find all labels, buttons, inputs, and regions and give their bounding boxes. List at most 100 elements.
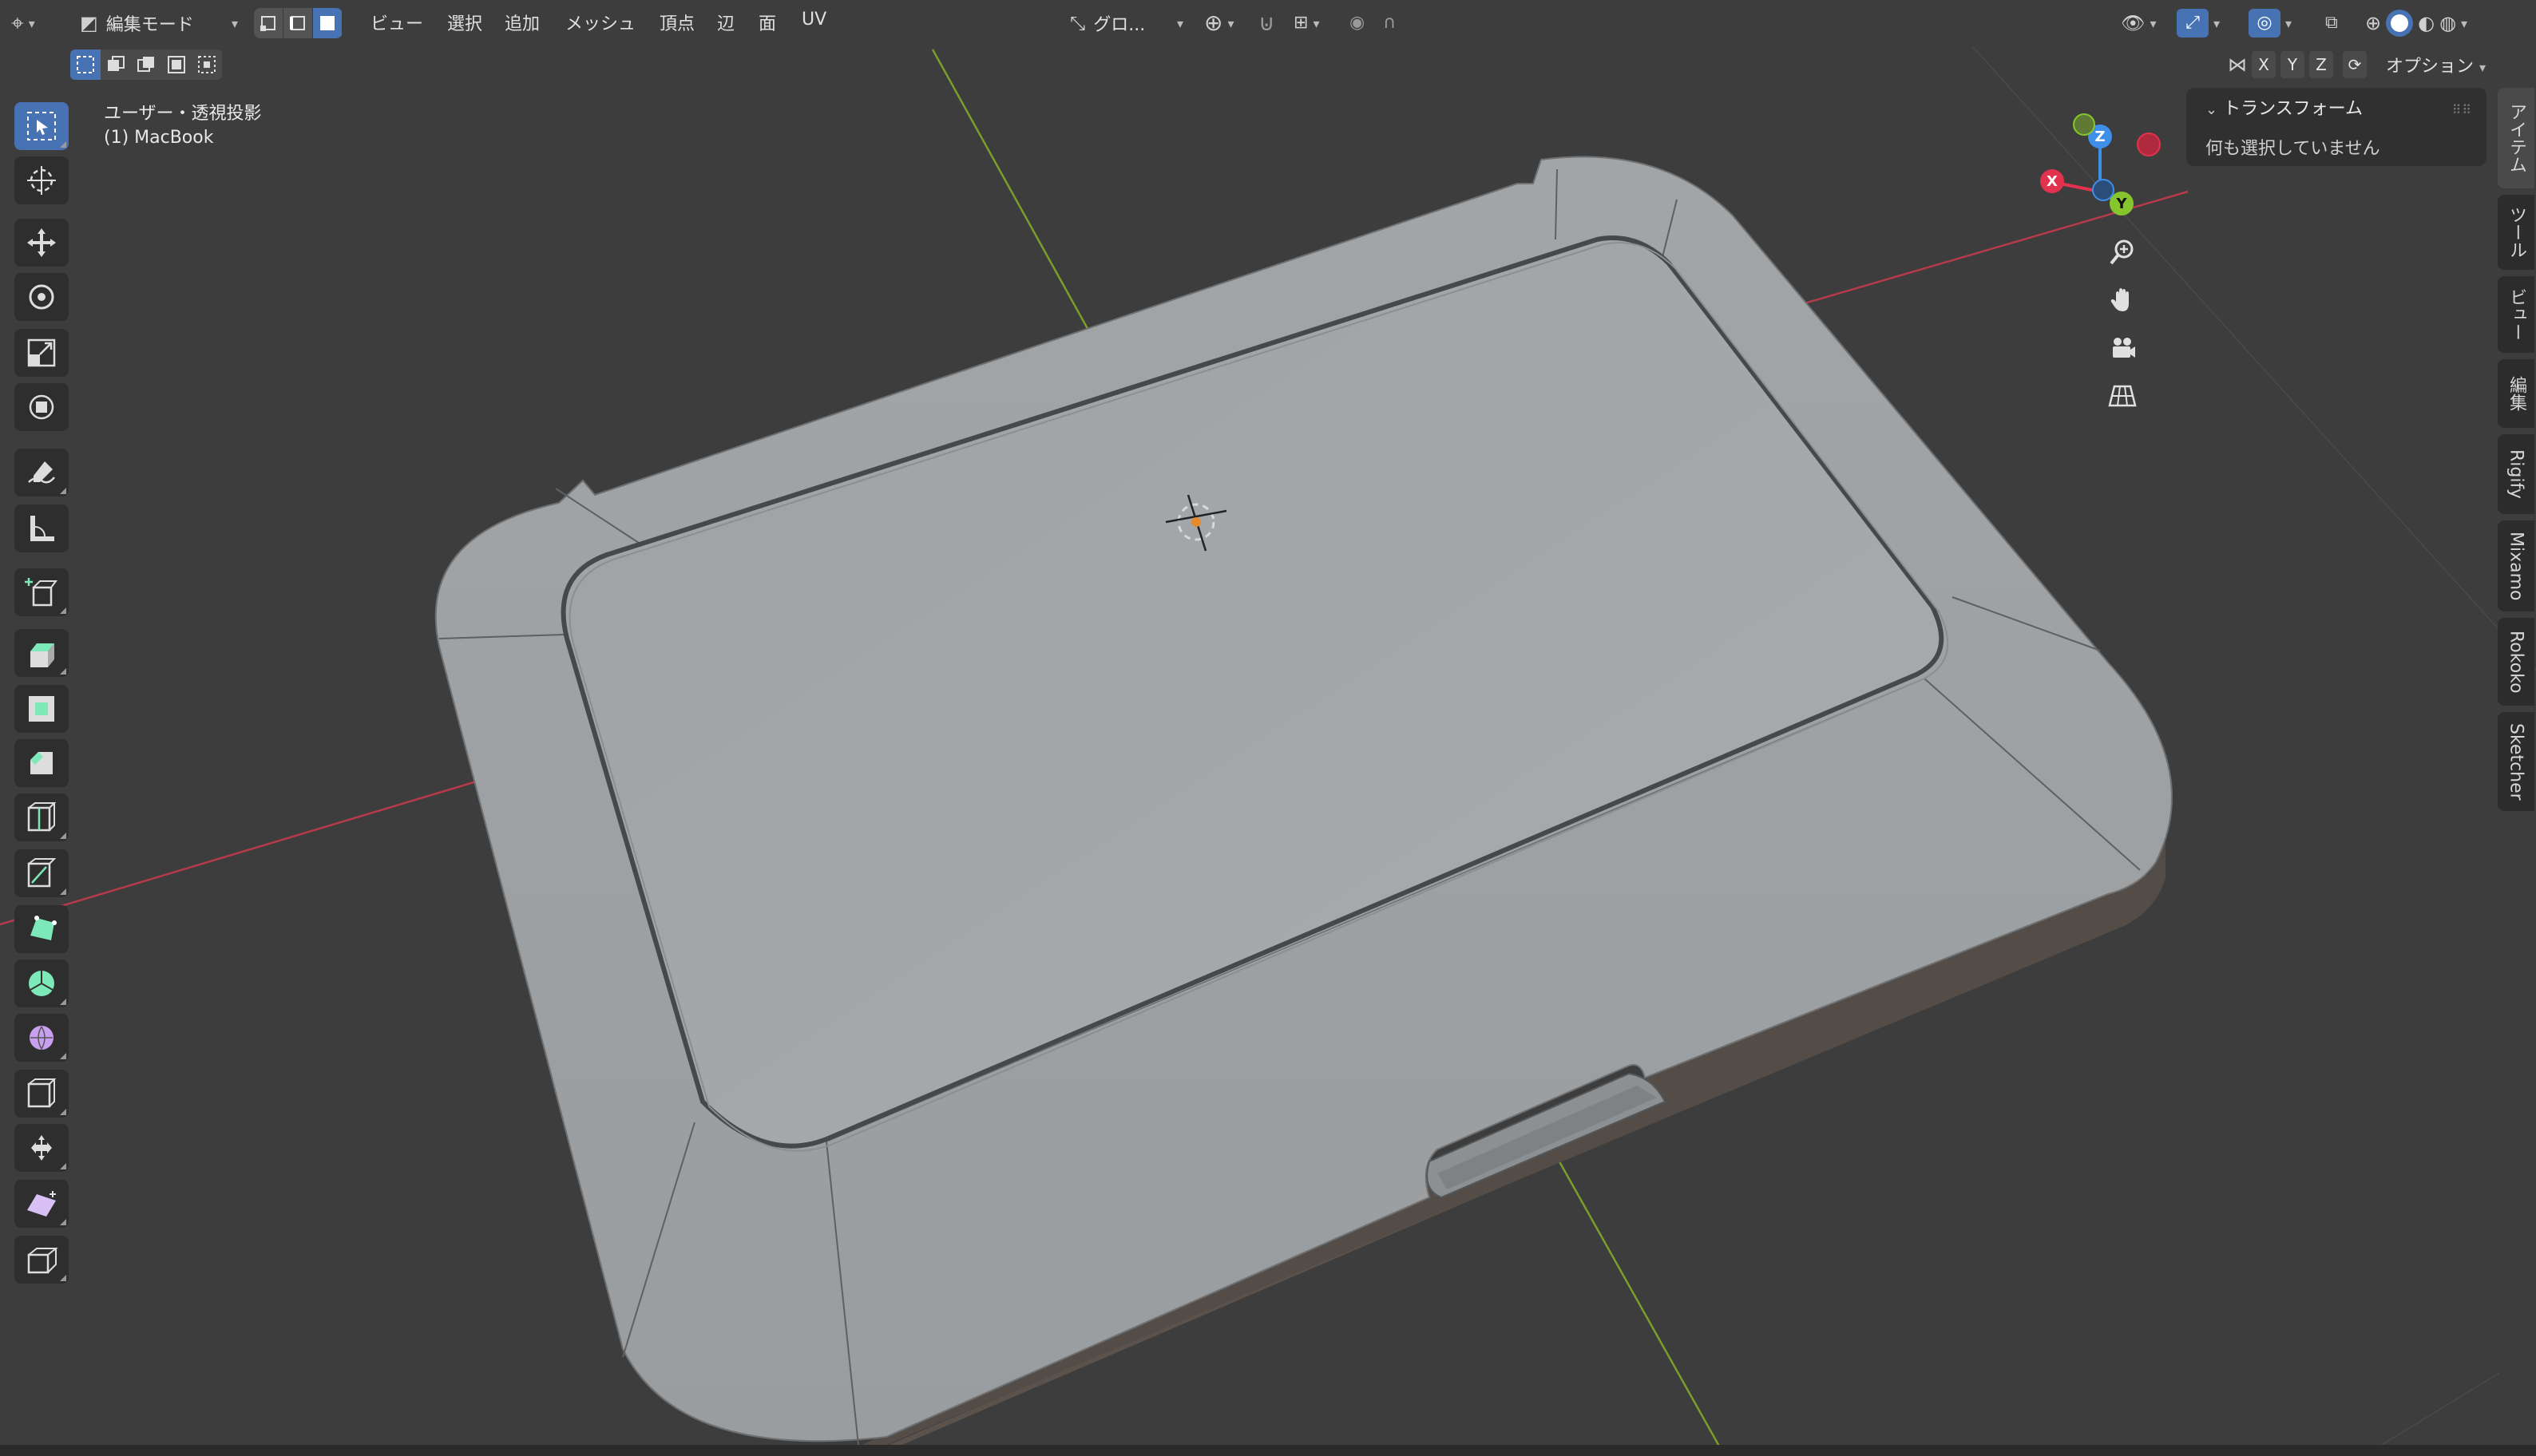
camera-view-button[interactable] (2098, 324, 2146, 372)
select-subtract-button[interactable] (131, 49, 161, 80)
chevron-down-icon: ▾ (2213, 15, 2221, 31)
viewport-header: ⌖ ▾ ◩ 編集モード ▾ ビュー 選択 追加 メッシュ 頂点 辺 面 UV ⤡… (0, 0, 2536, 46)
navigation-gizmo[interactable]: Z X Y (2028, 112, 2172, 224)
menu-face[interactable]: 面 (759, 10, 776, 35)
proportional-edit-toggle[interactable]: ◉ (1349, 6, 1365, 40)
menu-vertex[interactable]: 頂点 (660, 10, 695, 35)
annotate-tool[interactable] (14, 449, 69, 497)
bevel-tool[interactable] (14, 739, 69, 787)
scale-icon (27, 338, 56, 367)
inset-tool[interactable] (14, 685, 69, 733)
gizmo-icon: ⤢ (2185, 13, 2200, 33)
select-intersect-button[interactable] (192, 49, 222, 80)
vertex-select-button[interactable] (254, 8, 283, 38)
selection-mode-row (70, 49, 222, 80)
material-shading-icon[interactable]: ◐ (2418, 14, 2435, 33)
zoom-magnifier-icon (2110, 239, 2134, 265)
rotate-tool[interactable] (14, 273, 69, 321)
select-intersect-icon (198, 56, 216, 73)
transform-tool[interactable] (14, 383, 69, 431)
move-tool[interactable] (14, 219, 69, 267)
transform-section-header[interactable]: ⌄ トランスフォーム (2205, 94, 2363, 120)
options-dropdown[interactable]: オプション ▾ (2386, 52, 2486, 77)
menu-view[interactable]: ビュー (370, 10, 423, 35)
topology-mirror-toggle[interactable]: ⟳ (2343, 51, 2367, 78)
gizmo-negative-x[interactable] (2137, 133, 2161, 156)
pivot-point-button[interactable]: ⊕ ▾ (1204, 6, 1234, 40)
gizmo-toggle[interactable]: ⤢ ▾ (2177, 6, 2220, 40)
sidebar-panel-transform: ⌄ トランスフォーム ⠿⠿ 何も選択していません (2186, 88, 2486, 166)
menu-select[interactable]: 選択 (447, 10, 482, 35)
tab-mixamo[interactable]: Mixamo (2498, 520, 2534, 611)
edge-slide-tool[interactable] (14, 1070, 69, 1118)
proportional-falloff-button[interactable]: ∩ (1383, 6, 1396, 40)
scale-tool[interactable] (14, 329, 69, 377)
tab-rigify[interactable]: Rigify (2498, 434, 2534, 514)
snap-grid-icon: ⊞ (1294, 13, 1309, 33)
transform-section-title: トランスフォーム (2223, 99, 2363, 119)
add-cube-icon (25, 578, 57, 607)
mode-dropdown[interactable]: ◩ 編集モード ▾ (72, 6, 246, 40)
editor-type-button[interactable]: ⌖ ▾ (11, 6, 35, 40)
rotate-icon (29, 284, 54, 310)
mirror-x-toggle[interactable]: X (2252, 51, 2276, 78)
drag-grip-icon[interactable]: ⠿⠿ (2452, 102, 2472, 117)
gizmo-y-axis[interactable]: Y (2110, 192, 2134, 216)
mirror-y-toggle[interactable]: Y (2280, 51, 2304, 78)
add-cube-tool[interactable] (14, 568, 69, 616)
select-subtract-icon (137, 57, 154, 72)
overlays-icon: ◎ (2257, 13, 2272, 33)
menu-mesh[interactable]: メッシュ (565, 10, 636, 35)
rip-region-tool[interactable] (14, 1236, 69, 1284)
spin-tool[interactable] (14, 959, 69, 1007)
gizmo-negative-y[interactable] (2073, 113, 2095, 136)
smooth-tool[interactable] (14, 1014, 69, 1062)
solid-shading-button[interactable] (2386, 10, 2414, 37)
tab-rokoko[interactable]: Rokoko (2498, 618, 2534, 706)
zoom-button[interactable] (2098, 228, 2146, 276)
shrink-fatten-tool[interactable] (14, 1124, 69, 1172)
poly-build-tool[interactable] (14, 905, 69, 953)
tab-item[interactable]: アイテム (2498, 88, 2534, 188)
select-box-tool[interactable] (14, 102, 69, 150)
menu-add[interactable]: 追加 (505, 10, 540, 35)
extrude-tool[interactable] (14, 629, 69, 677)
magnet-icon: ⊍ (1258, 10, 1275, 36)
shear-tool[interactable] (14, 1180, 69, 1228)
tab-tool[interactable]: ツール (2498, 195, 2534, 270)
tab-view[interactable]: ビュー (2498, 276, 2534, 353)
select-new-button[interactable] (70, 49, 101, 80)
menu-edge[interactable]: 辺 (717, 10, 735, 35)
xray-toggle[interactable]: ⧉ (2325, 6, 2338, 40)
gizmo-negative-z[interactable] (2092, 179, 2114, 201)
wireframe-shading-icon[interactable]: ⊕ (2365, 14, 2381, 33)
rendered-shading-icon[interactable]: ◍ (2439, 14, 2456, 33)
overlays-toggle[interactable]: ◎ ▾ (2249, 6, 2292, 40)
select-extend-button[interactable] (101, 49, 131, 80)
menu-uv[interactable]: UV (802, 10, 826, 30)
perspective-toggle-button[interactable] (2098, 372, 2146, 420)
knife-tool[interactable] (14, 849, 69, 897)
orientation-icon: ⤡ (1070, 12, 1086, 34)
mirror-z-toggle[interactable]: Z (2309, 51, 2333, 78)
visibility-button[interactable]: 👁 ▾ (2121, 6, 2157, 40)
select-invert-button[interactable] (161, 49, 192, 80)
select-mode-toggle (254, 8, 343, 38)
snap-toggle[interactable]: ⊍ (1258, 6, 1275, 40)
face-select-button[interactable] (313, 8, 343, 38)
loop-cut-tool[interactable] (14, 793, 69, 841)
hand-icon (2110, 288, 2129, 311)
chevron-down-icon: ▾ (2461, 15, 2468, 31)
tab-edit[interactable]: 編集 (2498, 359, 2534, 428)
pan-button[interactable] (2098, 276, 2146, 324)
transform-orientation-dropdown[interactable]: ⤡ グロ... ▾ (1062, 6, 1191, 40)
snap-target-button[interactable]: ⊞ ▾ (1294, 6, 1319, 40)
bottom-edge-strip (0, 1445, 2536, 1456)
gizmo-x-axis[interactable]: X (2040, 169, 2064, 193)
measure-tool[interactable] (14, 504, 69, 552)
knife-icon (27, 858, 57, 888)
bevel-icon (30, 752, 53, 774)
cursor-tool[interactable] (14, 156, 69, 204)
tab-sketcher[interactable]: Sketcher (2498, 712, 2534, 811)
edge-select-button[interactable] (283, 8, 313, 38)
